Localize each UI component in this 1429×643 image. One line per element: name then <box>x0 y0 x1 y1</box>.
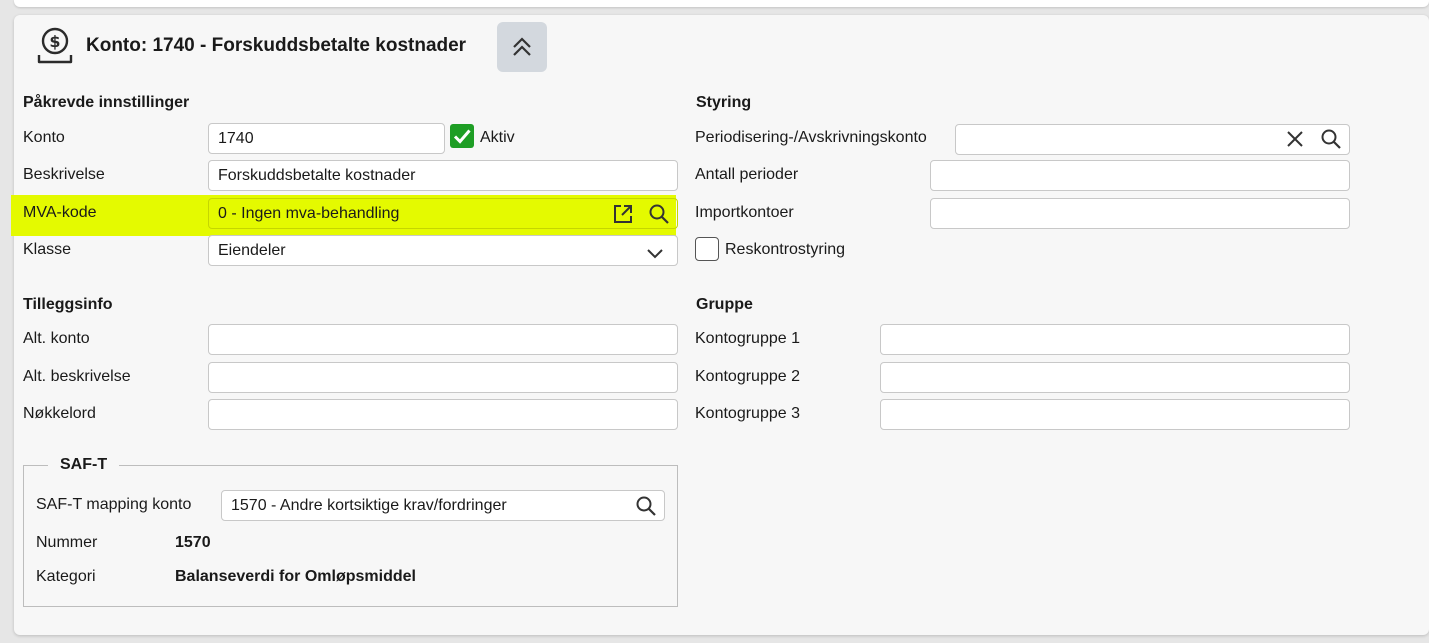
reskontro-label: Reskontrostyring <box>725 241 846 258</box>
saft-nummer-label: Nummer <box>36 534 98 551</box>
antall-perioder-input[interactable] <box>930 160 1350 191</box>
kontogruppe3-input[interactable] <box>880 399 1350 430</box>
kontogruppe1-label: Kontogruppe 1 <box>695 330 800 347</box>
saft-nummer-value: 1570 <box>175 534 211 551</box>
reskontro-checkbox[interactable] <box>695 237 719 261</box>
mva-label: MVA-kode <box>23 204 97 221</box>
required-section-title: Påkrevde innstillinger <box>23 94 190 111</box>
klasse-select[interactable]: Eiendeler <box>208 235 678 266</box>
beskrivelse-input[interactable]: Forskuddsbetalte kostnader <box>208 160 678 191</box>
importkontoer-input[interactable] <box>930 198 1350 229</box>
beskrivelse-label: Beskrivelse <box>23 166 105 183</box>
saft-kategori-label: Kategori <box>36 568 96 585</box>
klasse-label: Klasse <box>23 241 72 258</box>
money-icon: $ <box>37 27 73 64</box>
alt-konto-label: Alt. konto <box>23 330 90 347</box>
open-external-icon[interactable] <box>612 203 634 225</box>
checkmark-icon <box>453 129 471 144</box>
search-icon[interactable] <box>648 203 670 225</box>
periodisering-label: Periodisering-/Avskrivningskonto <box>695 129 927 146</box>
alt-konto-input[interactable] <box>208 324 678 355</box>
alt-beskrivelse-label: Alt. beskrivelse <box>23 368 131 385</box>
chevron-down-icon <box>647 249 663 259</box>
double-chevron-up-icon <box>513 37 531 56</box>
group-section-title: Gruppe <box>696 296 753 313</box>
clear-icon[interactable] <box>1284 128 1306 150</box>
saft-mapping-label: SAF-T mapping konto <box>36 496 192 513</box>
svg-text:$: $ <box>49 32 60 51</box>
collapse-button[interactable] <box>497 22 547 72</box>
kontogruppe2-input[interactable] <box>880 362 1350 393</box>
konto-label: Konto <box>23 129 65 146</box>
previous-panel-edge <box>14 0 1429 7</box>
konto-input[interactable]: 1740 <box>208 123 445 154</box>
saft-legend: SAF-T <box>48 456 120 474</box>
search-icon[interactable] <box>635 495 657 517</box>
antall-perioder-label: Antall perioder <box>695 166 799 183</box>
nokkelord-input[interactable] <box>208 399 678 430</box>
control-section-title: Styring <box>696 94 752 111</box>
nokkelord-label: Nøkkelord <box>23 405 96 422</box>
mva-input[interactable]: 0 - Ingen mva-behandling <box>208 198 678 229</box>
importkontoer-label: Importkontoer <box>695 204 794 221</box>
saft-kategori-value: Balanseverdi for Omløpsmiddel <box>175 568 416 585</box>
kontogruppe2-label: Kontogruppe 2 <box>695 368 800 385</box>
search-icon[interactable] <box>1320 128 1342 150</box>
kontogruppe3-label: Kontogruppe 3 <box>695 405 800 422</box>
page-title: Konto: 1740 - Forskuddsbetalte kostnader <box>86 35 467 56</box>
kontogruppe1-input[interactable] <box>880 324 1350 355</box>
aktiv-checkbox[interactable] <box>450 124 474 148</box>
saft-mapping-input[interactable]: 1570 - Andre kortsiktige krav/fordringer <box>221 490 665 521</box>
extra-section-title: Tilleggsinfo <box>23 296 113 313</box>
alt-beskrivelse-input[interactable] <box>208 362 678 393</box>
aktiv-label: Aktiv <box>480 129 515 146</box>
